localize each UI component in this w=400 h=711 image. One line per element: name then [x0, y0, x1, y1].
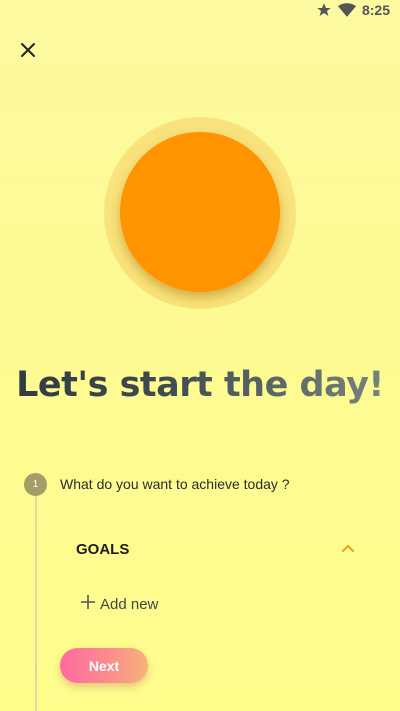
goals-collapse-button[interactable] [339, 540, 357, 558]
wifi-icon [337, 2, 356, 18]
next-button[interactable]: Next [60, 648, 148, 683]
goals-title: GOALS [76, 541, 130, 558]
step-connector [35, 496, 37, 711]
status-time: 8:25 [361, 2, 390, 18]
status-icons: 8:25 [316, 2, 390, 18]
step-number-badge: 1 [24, 473, 47, 496]
page-title: Let's start the day! [0, 365, 400, 405]
add-new-goal-button[interactable]: Add new [80, 594, 158, 614]
add-new-label: Add new [100, 595, 159, 613]
chevron-up-icon [339, 544, 357, 562]
step-question: What do you want to achieve today ? [60, 476, 290, 492]
sun-icon [120, 132, 280, 292]
status-bar: 8:25 [0, 0, 400, 24]
close-icon [20, 42, 36, 63]
close-button[interactable] [14, 38, 42, 66]
plus-icon [80, 594, 96, 614]
star-icon [316, 2, 332, 18]
